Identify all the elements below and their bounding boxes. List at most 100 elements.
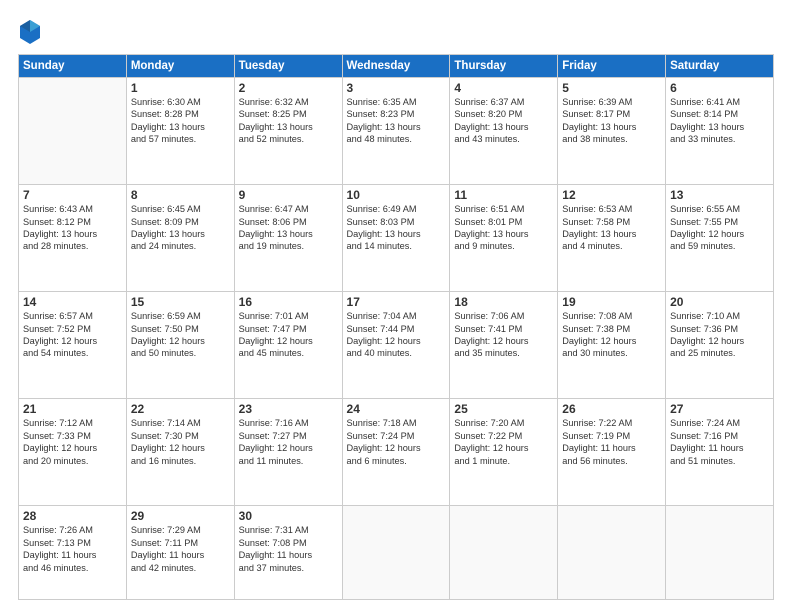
day-number: 24 — [347, 402, 446, 416]
day-info: Sunrise: 7:18 AMSunset: 7:24 PMDaylight:… — [347, 417, 446, 467]
day-number: 23 — [239, 402, 338, 416]
day-info: Sunrise: 6:49 AMSunset: 8:03 PMDaylight:… — [347, 203, 446, 253]
header — [18, 18, 774, 46]
day-info: Sunrise: 7:06 AMSunset: 7:41 PMDaylight:… — [454, 310, 553, 360]
day-number: 14 — [23, 295, 122, 309]
day-number: 29 — [131, 509, 230, 523]
week-row-2: 7Sunrise: 6:43 AMSunset: 8:12 PMDaylight… — [19, 185, 774, 292]
day-number: 22 — [131, 402, 230, 416]
page: SundayMondayTuesdayWednesdayThursdayFrid… — [0, 0, 792, 612]
weekday-header-tuesday: Tuesday — [234, 55, 342, 78]
day-info: Sunrise: 7:16 AMSunset: 7:27 PMDaylight:… — [239, 417, 338, 467]
calendar-cell: 13Sunrise: 6:55 AMSunset: 7:55 PMDayligh… — [666, 185, 774, 292]
day-info: Sunrise: 7:12 AMSunset: 7:33 PMDaylight:… — [23, 417, 122, 467]
day-number: 19 — [562, 295, 661, 309]
calendar-cell: 29Sunrise: 7:29 AMSunset: 7:11 PMDayligh… — [126, 506, 234, 600]
day-number: 10 — [347, 188, 446, 202]
day-info: Sunrise: 7:29 AMSunset: 7:11 PMDaylight:… — [131, 524, 230, 574]
calendar-cell: 6Sunrise: 6:41 AMSunset: 8:14 PMDaylight… — [666, 78, 774, 185]
day-number: 21 — [23, 402, 122, 416]
calendar-cell: 23Sunrise: 7:16 AMSunset: 7:27 PMDayligh… — [234, 399, 342, 506]
calendar-cell: 14Sunrise: 6:57 AMSunset: 7:52 PMDayligh… — [19, 292, 127, 399]
day-number: 7 — [23, 188, 122, 202]
calendar-cell: 24Sunrise: 7:18 AMSunset: 7:24 PMDayligh… — [342, 399, 450, 506]
calendar-cell: 12Sunrise: 6:53 AMSunset: 7:58 PMDayligh… — [558, 185, 666, 292]
day-info: Sunrise: 6:41 AMSunset: 8:14 PMDaylight:… — [670, 96, 769, 146]
weekday-header-wednesday: Wednesday — [342, 55, 450, 78]
calendar-cell: 7Sunrise: 6:43 AMSunset: 8:12 PMDaylight… — [19, 185, 127, 292]
logo-icon — [18, 18, 42, 46]
logo — [18, 18, 46, 46]
calendar-cell — [19, 78, 127, 185]
weekday-header-monday: Monday — [126, 55, 234, 78]
calendar-cell — [558, 506, 666, 600]
calendar-cell: 26Sunrise: 7:22 AMSunset: 7:19 PMDayligh… — [558, 399, 666, 506]
day-number: 8 — [131, 188, 230, 202]
day-number: 9 — [239, 188, 338, 202]
day-info: Sunrise: 6:43 AMSunset: 8:12 PMDaylight:… — [23, 203, 122, 253]
day-info: Sunrise: 7:26 AMSunset: 7:13 PMDaylight:… — [23, 524, 122, 574]
day-info: Sunrise: 6:39 AMSunset: 8:17 PMDaylight:… — [562, 96, 661, 146]
calendar-cell: 28Sunrise: 7:26 AMSunset: 7:13 PMDayligh… — [19, 506, 127, 600]
day-number: 18 — [454, 295, 553, 309]
calendar-cell: 4Sunrise: 6:37 AMSunset: 8:20 PMDaylight… — [450, 78, 558, 185]
day-info: Sunrise: 6:30 AMSunset: 8:28 PMDaylight:… — [131, 96, 230, 146]
week-row-5: 28Sunrise: 7:26 AMSunset: 7:13 PMDayligh… — [19, 506, 774, 600]
calendar-cell — [342, 506, 450, 600]
calendar-cell: 20Sunrise: 7:10 AMSunset: 7:36 PMDayligh… — [666, 292, 774, 399]
calendar-cell — [666, 506, 774, 600]
day-number: 2 — [239, 81, 338, 95]
day-info: Sunrise: 7:14 AMSunset: 7:30 PMDaylight:… — [131, 417, 230, 467]
day-info: Sunrise: 6:55 AMSunset: 7:55 PMDaylight:… — [670, 203, 769, 253]
day-info: Sunrise: 6:37 AMSunset: 8:20 PMDaylight:… — [454, 96, 553, 146]
weekday-header-sunday: Sunday — [19, 55, 127, 78]
week-row-3: 14Sunrise: 6:57 AMSunset: 7:52 PMDayligh… — [19, 292, 774, 399]
day-number: 4 — [454, 81, 553, 95]
day-number: 16 — [239, 295, 338, 309]
day-number: 3 — [347, 81, 446, 95]
day-info: Sunrise: 6:53 AMSunset: 7:58 PMDaylight:… — [562, 203, 661, 253]
day-number: 30 — [239, 509, 338, 523]
day-info: Sunrise: 7:08 AMSunset: 7:38 PMDaylight:… — [562, 310, 661, 360]
weekday-header-row: SundayMondayTuesdayWednesdayThursdayFrid… — [19, 55, 774, 78]
weekday-header-friday: Friday — [558, 55, 666, 78]
calendar-cell: 21Sunrise: 7:12 AMSunset: 7:33 PMDayligh… — [19, 399, 127, 506]
calendar-cell: 17Sunrise: 7:04 AMSunset: 7:44 PMDayligh… — [342, 292, 450, 399]
calendar-cell: 8Sunrise: 6:45 AMSunset: 8:09 PMDaylight… — [126, 185, 234, 292]
day-number: 17 — [347, 295, 446, 309]
calendar-cell: 1Sunrise: 6:30 AMSunset: 8:28 PMDaylight… — [126, 78, 234, 185]
day-number: 27 — [670, 402, 769, 416]
calendar-cell: 25Sunrise: 7:20 AMSunset: 7:22 PMDayligh… — [450, 399, 558, 506]
calendar-cell: 3Sunrise: 6:35 AMSunset: 8:23 PMDaylight… — [342, 78, 450, 185]
calendar-cell: 10Sunrise: 6:49 AMSunset: 8:03 PMDayligh… — [342, 185, 450, 292]
calendar-table: SundayMondayTuesdayWednesdayThursdayFrid… — [18, 54, 774, 600]
calendar-cell: 27Sunrise: 7:24 AMSunset: 7:16 PMDayligh… — [666, 399, 774, 506]
day-info: Sunrise: 7:31 AMSunset: 7:08 PMDaylight:… — [239, 524, 338, 574]
week-row-4: 21Sunrise: 7:12 AMSunset: 7:33 PMDayligh… — [19, 399, 774, 506]
day-info: Sunrise: 6:45 AMSunset: 8:09 PMDaylight:… — [131, 203, 230, 253]
day-info: Sunrise: 6:59 AMSunset: 7:50 PMDaylight:… — [131, 310, 230, 360]
day-info: Sunrise: 7:24 AMSunset: 7:16 PMDaylight:… — [670, 417, 769, 467]
calendar-cell: 22Sunrise: 7:14 AMSunset: 7:30 PMDayligh… — [126, 399, 234, 506]
day-info: Sunrise: 6:57 AMSunset: 7:52 PMDaylight:… — [23, 310, 122, 360]
day-info: Sunrise: 6:32 AMSunset: 8:25 PMDaylight:… — [239, 96, 338, 146]
day-info: Sunrise: 7:10 AMSunset: 7:36 PMDaylight:… — [670, 310, 769, 360]
day-info: Sunrise: 7:22 AMSunset: 7:19 PMDaylight:… — [562, 417, 661, 467]
calendar-cell — [450, 506, 558, 600]
week-row-1: 1Sunrise: 6:30 AMSunset: 8:28 PMDaylight… — [19, 78, 774, 185]
day-number: 5 — [562, 81, 661, 95]
calendar-cell: 18Sunrise: 7:06 AMSunset: 7:41 PMDayligh… — [450, 292, 558, 399]
calendar-cell: 19Sunrise: 7:08 AMSunset: 7:38 PMDayligh… — [558, 292, 666, 399]
day-number: 25 — [454, 402, 553, 416]
calendar-cell: 15Sunrise: 6:59 AMSunset: 7:50 PMDayligh… — [126, 292, 234, 399]
day-info: Sunrise: 6:35 AMSunset: 8:23 PMDaylight:… — [347, 96, 446, 146]
calendar-cell: 2Sunrise: 6:32 AMSunset: 8:25 PMDaylight… — [234, 78, 342, 185]
calendar-cell: 9Sunrise: 6:47 AMSunset: 8:06 PMDaylight… — [234, 185, 342, 292]
day-number: 15 — [131, 295, 230, 309]
day-info: Sunrise: 7:01 AMSunset: 7:47 PMDaylight:… — [239, 310, 338, 360]
day-number: 11 — [454, 188, 553, 202]
day-number: 1 — [131, 81, 230, 95]
calendar-cell: 16Sunrise: 7:01 AMSunset: 7:47 PMDayligh… — [234, 292, 342, 399]
calendar-body: 1Sunrise: 6:30 AMSunset: 8:28 PMDaylight… — [19, 78, 774, 600]
day-info: Sunrise: 6:51 AMSunset: 8:01 PMDaylight:… — [454, 203, 553, 253]
